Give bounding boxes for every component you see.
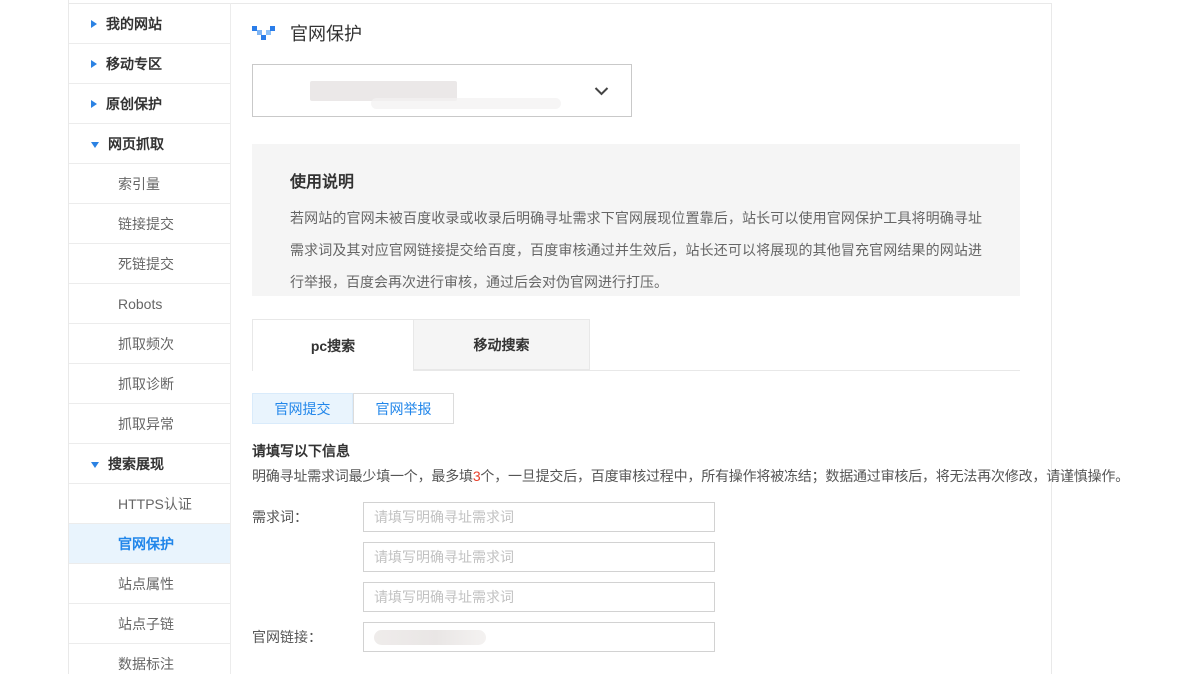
divider: [1051, 3, 1052, 674]
usage-instructions-panel: 使用说明 若网站的官网未被百度收录或收录后明确寻址需求下官网展现位置靠后，站长可…: [252, 144, 1020, 296]
tab-mobile-search[interactable]: 移动搜索: [414, 319, 590, 370]
sidebar-item-label: 抓取异常: [118, 414, 174, 434]
triangle-down-icon: [91, 462, 99, 468]
tab-label: 移动搜索: [474, 335, 530, 355]
submit-site-tab[interactable]: 官网提交: [252, 393, 353, 424]
sidebar-item-label: 抓取频次: [118, 334, 174, 354]
site-link-input[interactable]: [363, 622, 715, 652]
sidebar-item-label: 死链提交: [118, 254, 174, 274]
redacted-site-value-smudge: [371, 98, 561, 109]
search-type-tabs: pc搜索 移动搜索: [252, 319, 1020, 371]
sidebar-item-robots[interactable]: Robots: [69, 284, 230, 324]
sidebar-item-https-cert[interactable]: HTTPS认证: [69, 484, 230, 524]
sidebar-item-dead-link-submit[interactable]: 死链提交: [69, 244, 230, 284]
sidebar-item-site-sublink[interactable]: 站点子链: [69, 604, 230, 644]
keyword-row-3: [252, 582, 752, 612]
triangle-down-icon: [91, 142, 99, 148]
sidebar-item-my-sites[interactable]: 我的网站: [69, 4, 230, 44]
keyword-input-3[interactable]: [363, 582, 715, 612]
keyword-input-1[interactable]: [363, 502, 715, 532]
form-note-after: 个，一旦提交后，百度审核过程中，所有操作将被冻结；数据通过审核后，将无法再次修改…: [480, 468, 1129, 484]
sidebar-item-mobile-zone[interactable]: 移动专区: [69, 44, 230, 84]
report-site-tab[interactable]: 官网举报: [353, 393, 454, 424]
page-header: 官网保护: [252, 18, 362, 48]
sidebar-item-crawl-diagnosis[interactable]: 抓取诊断: [69, 364, 230, 404]
instructions-body: 若网站的官网未被百度收录或收录后明确寻址需求下官网展现位置靠后，站长可以使用官网…: [290, 202, 982, 298]
tab-label: pc搜索: [311, 336, 355, 356]
triangle-right-icon: [91, 60, 97, 68]
sidebar-item-web-crawl[interactable]: 网页抓取: [69, 124, 230, 164]
form-heading: 请填写以下信息: [252, 441, 350, 461]
page-title: 官网保护: [290, 20, 362, 46]
protection-form: 需求词： 官网链接：: [252, 502, 752, 662]
sidebar-item-label: HTTPS认证: [118, 494, 192, 514]
sidebar-item-label: 抓取诊断: [118, 374, 174, 394]
sidebar-item-label: 索引量: [118, 174, 160, 194]
instructions-title: 使用说明: [290, 168, 982, 192]
sidebar-item-crawl-exception[interactable]: 抓取异常: [69, 404, 230, 444]
form-note-before: 明确寻址需求词最少填一个，最多填: [252, 468, 473, 484]
sidebar-item-label: 站点子链: [118, 614, 174, 634]
sidebar-item-label: 链接提交: [118, 214, 174, 234]
sidebar-item-label: 数据标注: [118, 654, 174, 674]
sidebar-item-label: 网页抓取: [108, 134, 164, 154]
sidebar-item-label: 搜索展现: [108, 454, 164, 474]
form-note: 明确寻址需求词最少填一个，最多填3个，一旦提交后，百度审核过程中，所有操作将被冻…: [252, 466, 1129, 486]
sidebar-item-data-annotation[interactable]: 数据标注: [69, 644, 230, 674]
sidebar-item-site-property[interactable]: 站点属性: [69, 564, 230, 604]
subtab-label: 官网提交: [275, 399, 331, 419]
site-link-row: 官网链接：: [252, 622, 752, 652]
triangle-right-icon: [91, 100, 97, 108]
sidebar-item-label: Robots: [118, 296, 162, 312]
action-toggle-group: 官网提交 官网举报: [252, 393, 454, 424]
triangle-right-icon: [91, 20, 97, 28]
sidebar-item-label: 我的网站: [106, 14, 162, 34]
site-link-label: 官网链接：: [252, 622, 322, 652]
sidebar-item-link-submit[interactable]: 链接提交: [69, 204, 230, 244]
subtab-label: 官网举报: [376, 399, 432, 419]
divider: [230, 3, 231, 674]
sidebar-item-label: 移动专区: [106, 54, 162, 74]
baidu-pixel-v-logo-icon: [252, 26, 275, 41]
keyword-label: 需求词：: [252, 502, 308, 532]
sidebar-item-crawl-frequency[interactable]: 抓取频次: [69, 324, 230, 364]
chevron-down-icon: [594, 86, 609, 95]
sidebar-nav: 我的网站 移动专区 原创保护 网页抓取 索引量 链接提交 死链提交 Robots…: [69, 4, 230, 674]
sidebar-item-search-display[interactable]: 搜索展现: [69, 444, 230, 484]
site-selector-dropdown[interactable]: [252, 64, 632, 117]
sidebar-item-index-volume[interactable]: 索引量: [69, 164, 230, 204]
keyword-row-1: 需求词：: [252, 502, 752, 532]
sidebar-item-label: 原创保护: [106, 94, 162, 114]
keyword-row-2: [252, 542, 752, 572]
sidebar-item-label: 官网保护: [118, 534, 174, 554]
keyword-input-2[interactable]: [363, 542, 715, 572]
sidebar-item-label: 站点属性: [118, 574, 174, 594]
baidu-webmaster-page: 我的网站 移动专区 原创保护 网页抓取 索引量 链接提交 死链提交 Robots…: [0, 0, 1200, 674]
tab-pc-search[interactable]: pc搜索: [252, 319, 414, 371]
sidebar-item-original-protection[interactable]: 原创保护: [69, 84, 230, 124]
sidebar-item-site-protection[interactable]: 官网保护: [69, 524, 230, 564]
